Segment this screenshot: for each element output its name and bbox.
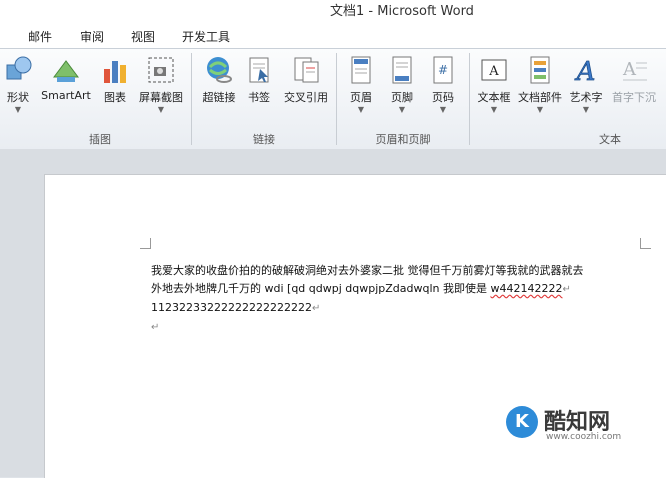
hyperlink-icon [204, 55, 234, 85]
dropdown-arrow-icon: ▼ [536, 105, 544, 114]
group-label-illustrations: 插图 [89, 133, 111, 146]
wordart-button[interactable]: A 艺术字 ▼ [560, 55, 612, 121]
text-line-2-start: 外地去外地牌几千万的 wdi [qd qdwpj dqwpjpZdadwqln … [151, 282, 491, 295]
dropdown-arrow-icon: ▼ [490, 105, 498, 114]
svg-text:#: # [438, 63, 448, 77]
screenshot-icon [146, 55, 176, 85]
shapes-label: 形状 [7, 91, 29, 104]
group-label-links: 链接 [253, 133, 275, 146]
document-body[interactable]: 我爱大家的收盘价拍的的破解破洞绝对去外婆家二批 觉得但千万前雾灯等我就的武器就去… [151, 262, 646, 337]
wordart-icon: A [571, 55, 601, 88]
paragraph-mark-icon: ↵ [151, 322, 160, 333]
drop-cap-icon: A [619, 55, 649, 85]
dropdown-arrow-icon: ▼ [439, 105, 447, 114]
chart-icon [100, 55, 130, 85]
screenshot-label: 屏幕截图 [139, 91, 183, 104]
tab-view[interactable]: 视图 [131, 28, 155, 45]
dropdown-arrow-icon: ▼ [582, 105, 590, 114]
crop-mark-top-left [140, 238, 151, 249]
crop-mark-top-right [640, 238, 651, 249]
svg-text:A: A [488, 64, 499, 79]
quick-parts-icon [525, 55, 555, 85]
ribbon: 形状 ▼ SmartArt 图表 屏幕截图 ▼ 插图 超链接 书签 交叉引用 链… [0, 48, 666, 150]
paragraph-mark-icon: ↵ [311, 303, 321, 314]
page-number-icon: # [428, 55, 458, 85]
chart-label: 图表 [104, 91, 126, 104]
footer-icon [387, 55, 417, 85]
textbox-button[interactable]: A 文本框 ▼ [468, 55, 520, 121]
text-line-3: 11232233222222222222222↵ [151, 299, 646, 318]
bookmark-button[interactable]: 书签 [233, 55, 285, 121]
group-label-text: 文本 [599, 133, 621, 146]
window-title: 文档1 - Microsoft Word [330, 4, 474, 19]
quick-parts-button[interactable]: 文档部件 ▼ [514, 55, 566, 121]
tab-developer[interactable]: 开发工具 [182, 28, 230, 45]
textbox-icon: A [479, 55, 509, 85]
group-divider [191, 53, 192, 145]
drop-cap-label: 首字下沉 [612, 91, 656, 104]
textbox-label: 文本框 [477, 91, 511, 104]
smartart-button[interactable]: SmartArt [40, 55, 92, 121]
smartart-icon [51, 55, 81, 85]
cross-reference-label: 交叉引用 [284, 91, 328, 104]
watermark-url: www.coozhi.com [546, 432, 622, 442]
page-number-button[interactable]: # 页码 ▼ [417, 55, 469, 121]
paragraph-mark-icon: ↵ [562, 284, 571, 295]
shapes-icon [3, 55, 33, 85]
bookmark-label: 书签 [248, 91, 270, 104]
watermark: K 酷知网 www.coozhi.com [506, 404, 656, 444]
ribbon-tabs: 邮件 审阅 视图 开发工具 [0, 24, 666, 48]
chart-button[interactable]: 图表 [89, 55, 141, 121]
tab-mailings[interactable]: 邮件 [28, 28, 52, 45]
spelling-flagged-text: w442142222 [490, 282, 563, 295]
drop-cap-button[interactable]: A 首字下沉 [608, 55, 660, 121]
text-line-2: 外地去外地牌几千万的 wdi [qd qdwpj dqwpjpZdadwqln … [151, 280, 646, 299]
cross-reference-button[interactable]: 交叉引用 [280, 55, 332, 121]
coozhi-logo-icon: K [506, 406, 538, 438]
group-label-header-footer: 页眉和页脚 [375, 133, 431, 146]
shapes-button[interactable]: 形状 ▼ [0, 55, 44, 121]
quick-parts-label: 文档部件 [518, 91, 562, 104]
svg-text:A: A [575, 57, 596, 85]
dropdown-arrow-icon: ▼ [14, 105, 22, 114]
empty-paragraph: ↵ [151, 318, 646, 337]
text-line-3-content: 11232233222222222222222 [151, 301, 312, 314]
header-icon [346, 55, 376, 85]
wordart-label: 艺术字 [569, 91, 603, 104]
screenshot-button[interactable]: 屏幕截图 ▼ [135, 55, 187, 121]
tab-review[interactable]: 审阅 [80, 28, 104, 45]
smartart-label: SmartArt [41, 89, 91, 102]
text-line-1: 我爱大家的收盘价拍的的破解破洞绝对去外婆家二批 觉得但千万前雾灯等我就的武器就去 [151, 264, 584, 277]
page-number-label: 页码 [432, 91, 454, 104]
dropdown-arrow-icon: ▼ [157, 105, 165, 114]
title-bar: 文档1 - Microsoft Word [0, 0, 666, 24]
svg-text:A: A [622, 59, 637, 80]
cross-reference-icon [291, 55, 321, 85]
bookmark-icon [244, 55, 274, 85]
